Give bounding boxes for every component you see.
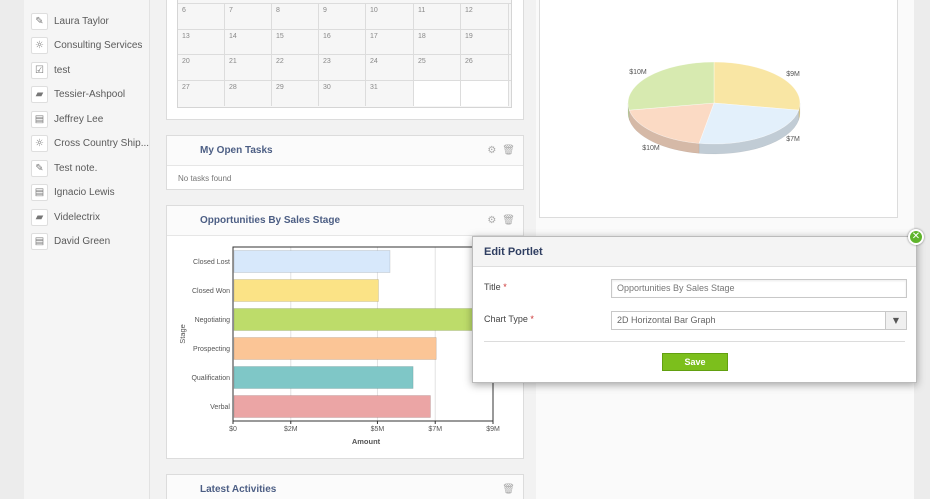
chart-type-value: 2D Horizontal Bar Graph bbox=[617, 315, 716, 325]
chart-type-label: Chart Type * bbox=[484, 314, 534, 324]
pie-slice[interactable] bbox=[713, 61, 801, 111]
pie-slice[interactable] bbox=[698, 102, 800, 145]
category-label: Negotiating bbox=[195, 317, 231, 324]
chevron-down-icon[interactable]: ▼ bbox=[885, 312, 906, 329]
title-label: Title * bbox=[484, 282, 507, 292]
chart-type-label-text: Chart Type bbox=[484, 314, 528, 324]
x-tick-label: $0 bbox=[229, 426, 237, 433]
save-button[interactable]: Save bbox=[662, 353, 728, 371]
y-axis-label: Stage bbox=[178, 324, 187, 344]
bar[interactable] bbox=[233, 337, 437, 360]
category-label: Closed Lost bbox=[193, 259, 230, 266]
bar[interactable] bbox=[233, 279, 379, 302]
pie-chart: $10M $9M $7M $10M bbox=[627, 61, 801, 155]
pie-slice-label: $10M bbox=[629, 69, 647, 76]
latest-activities-tools: 🗑 bbox=[502, 484, 515, 496]
title-input[interactable]: Opportunities By Sales Stage bbox=[611, 279, 907, 298]
pie-slice-label: $7M bbox=[786, 136, 800, 143]
pie-slice-label: $10M bbox=[642, 145, 660, 152]
x-tick-label: $9M bbox=[486, 426, 500, 433]
form-divider bbox=[484, 341, 905, 342]
latest-activities-header: Latest Activities 🗑 bbox=[167, 475, 523, 499]
category-label: Qualification bbox=[191, 375, 230, 382]
edit-portlet-title: Edit Portlet bbox=[484, 245, 543, 258]
edit-portlet-dialog: Edit Portlet ✕ Title * Opportunities By … bbox=[472, 229, 924, 383]
x-axis-label: Amount bbox=[352, 437, 381, 446]
plot-frame bbox=[232, 246, 494, 422]
trash-icon[interactable]: 🗑 bbox=[502, 484, 515, 496]
edit-portlet-header: Edit Portlet bbox=[473, 237, 916, 267]
bar[interactable] bbox=[233, 366, 414, 389]
category-label: Verbal bbox=[210, 404, 230, 411]
x-tick-label: $5M bbox=[371, 426, 385, 433]
bar[interactable] bbox=[233, 308, 495, 331]
required-mark: * bbox=[503, 282, 507, 292]
close-icon[interactable]: ✕ bbox=[908, 229, 924, 245]
bar[interactable] bbox=[233, 395, 431, 418]
category-label: Prospecting bbox=[193, 346, 230, 353]
latest-activities-title: Latest Activities bbox=[200, 484, 277, 495]
latest-activities-panel: Latest Activities 🗑 bbox=[166, 474, 524, 499]
bar[interactable] bbox=[233, 250, 391, 273]
x-tick-label: $2M bbox=[284, 426, 298, 433]
pie-slice-label: $9M bbox=[786, 71, 800, 78]
category-label: Closed Won bbox=[192, 288, 230, 295]
title-label-text: Title bbox=[484, 282, 501, 292]
chart-type-select[interactable]: 2D Horizontal Bar Graph ▼ bbox=[611, 311, 907, 330]
x-tick-label: $7M bbox=[428, 426, 442, 433]
required-mark: * bbox=[530, 314, 534, 324]
